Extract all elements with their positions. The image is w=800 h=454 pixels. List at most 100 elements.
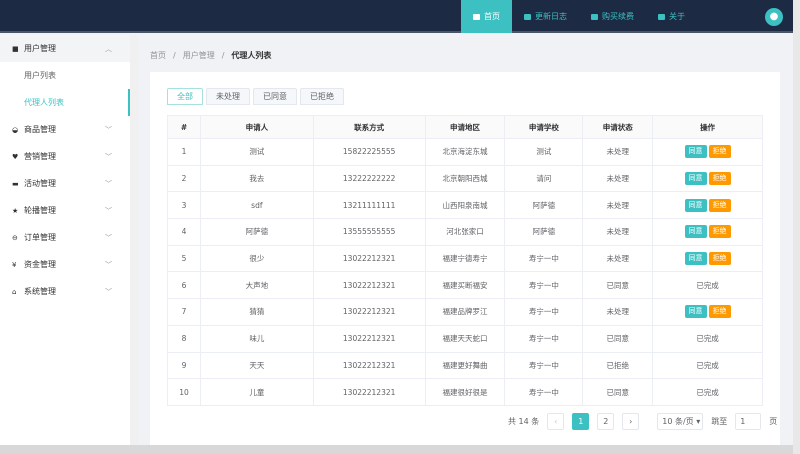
table-cell: 天天	[199, 351, 314, 380]
tab-2[interactable]: 已同意	[253, 88, 297, 105]
agree-button[interactable]: 同意	[684, 198, 707, 212]
table-cell: 同意 拒绝	[652, 298, 763, 326]
user-avatar[interactable]: ●	[765, 8, 783, 26]
table-cell: 已完成	[652, 378, 763, 406]
sidebar-scrollbar[interactable]	[130, 35, 138, 445]
sidebar-item-user-list[interactable]: 用户列表	[0, 62, 130, 89]
reject-button[interactable]: 拒绝	[708, 252, 731, 266]
jump-page-input[interactable]: 1	[735, 413, 762, 430]
table-cell: 13222222222	[312, 164, 426, 193]
prev-page-button[interactable]: ‹	[547, 413, 565, 430]
table-cell: 已拒绝	[582, 351, 654, 380]
table-row: 4 阿萨德 13555555555 河北张家口 阿萨德 未处理 同意 拒绝	[167, 218, 763, 246]
tab-0[interactable]: 全部	[167, 88, 203, 105]
sidebar-group-user-management[interactable]: ■ 用户管理 ︿	[0, 35, 130, 62]
table-cell: 同意 拒绝	[652, 191, 763, 220]
vertical-scrollbar[interactable]	[793, 0, 800, 454]
page-2-button[interactable]: 2	[597, 413, 615, 430]
table-cell: 北京朝阳西城	[424, 164, 506, 193]
table-cell: 7	[167, 298, 201, 326]
table-cell: 1	[167, 138, 201, 166]
table-row: 2 我去 13222222222 北京朝阳西城 请问 未处理 同意 拒绝	[167, 164, 763, 193]
table-cell: 大声地	[199, 271, 314, 300]
table-row: 5 很少 13022212321 福建宁德寿宁 寿宁一中 未处理 同意 拒绝	[167, 244, 763, 273]
table-cell: 10	[167, 378, 201, 406]
breadcrumb-user-management[interactable]: 用户管理	[183, 51, 215, 60]
column-header: 申请人	[199, 115, 314, 139]
table-row: 9 天天 13022212321 福建更好舞曲 寿宁一中 已拒绝 已完成	[167, 351, 763, 380]
dot-icon	[524, 13, 531, 20]
tab-3[interactable]: 已拒绝	[300, 88, 344, 105]
total-count: 共 14 条	[508, 417, 540, 426]
agree-button[interactable]: 同意	[684, 252, 707, 266]
table-cell: 请问	[504, 164, 584, 193]
table-cell: 猜猜	[199, 298, 314, 326]
table-cell: 13022212321	[312, 244, 426, 273]
table-cell: 未处理	[582, 244, 654, 273]
chevron-down-icon: ﹀	[105, 152, 112, 161]
table-cell: 寿宁一中	[504, 298, 584, 326]
table-cell: 寿宁一中	[504, 378, 584, 406]
reject-button[interactable]: 拒绝	[708, 198, 731, 212]
sidebar-group-5[interactable]: ¥ 资金管理 ﹀	[0, 251, 130, 278]
menu-icon: ◒	[12, 125, 19, 134]
chevron-up-icon: ︿	[105, 44, 112, 53]
breadcrumb-home[interactable]: 首页	[150, 51, 166, 60]
agree-button[interactable]: 同意	[684, 225, 707, 239]
column-header: 申请状态	[582, 115, 654, 139]
sidebar-group-0[interactable]: ◒ 商品管理 ﹀	[0, 116, 130, 143]
sidebar-group-3[interactable]: ★ 轮播管理 ﹀	[0, 197, 130, 224]
menu-icon: ¥	[12, 260, 17, 269]
table-cell: 9	[167, 351, 201, 380]
table-cell: 阿萨德	[504, 191, 584, 220]
page-suffix: 页	[769, 417, 778, 426]
sidebar-group-1[interactable]: ♥ 营销管理 ﹀	[0, 143, 130, 170]
sidebar-group-4[interactable]: ⊖ 订单管理 ﹀	[0, 224, 130, 251]
breadcrumb-current: 代理人列表	[231, 51, 272, 60]
table-cell: 13022212321	[312, 351, 426, 380]
table-cell: 河北张家口	[424, 218, 506, 246]
topnav-item-1[interactable]: 更新日志	[512, 0, 579, 33]
menu-icon: ♥	[12, 152, 19, 161]
monitor-icon	[473, 13, 480, 20]
table-cell: 测试	[199, 138, 314, 166]
table-cell: 寿宁一中	[504, 351, 584, 380]
table-cell: 已完成	[652, 271, 763, 300]
reject-button[interactable]: 拒绝	[708, 172, 731, 186]
table-row: 8 味儿 13022212321 福建天天蛇口 寿宁一中 已同意 已完成	[167, 324, 763, 353]
page-size-select[interactable]: 10 条/页 ▾	[657, 413, 704, 430]
horizontal-scrollbar[interactable]	[0, 445, 793, 454]
table-cell: 山西阳泉南城	[424, 191, 506, 220]
table-cell: 同意 拒绝	[652, 138, 763, 166]
reject-button[interactable]: 拒绝	[708, 305, 731, 319]
table-row: 7 猜猜 13022212321 福建品牌罗江 寿宁一中 未处理 同意 拒绝	[167, 298, 763, 326]
agree-button[interactable]: 同意	[684, 305, 707, 319]
next-page-button[interactable]: ›	[622, 413, 640, 430]
table-row: 6 大声地 13022212321 福建买断福安 寿宁一中 已同意 已完成	[167, 271, 763, 300]
sidebar-group-6[interactable]: ⌂ 系统管理 ﹀	[0, 278, 130, 305]
reject-button[interactable]: 拒绝	[708, 145, 731, 159]
table-cell: 13022212321	[312, 271, 426, 300]
table-cell: 8	[167, 324, 201, 353]
table-cell: 同意 拒绝	[652, 164, 763, 193]
table-cell: 13022212321	[312, 378, 426, 406]
topnav-item-3[interactable]: 关于	[646, 0, 697, 33]
table-cell: 13211111111	[312, 191, 426, 220]
tab-1[interactable]: 未处理	[206, 88, 250, 105]
status-tabs: 全部 未处理 已同意 已拒绝	[167, 88, 344, 105]
table-cell: 福建品牌罗江	[424, 298, 506, 326]
table-cell: 福建宁德寿宁	[424, 244, 506, 273]
agree-button[interactable]: 同意	[684, 145, 707, 159]
topnav-item-0[interactable]: 首页	[461, 0, 512, 33]
top-bar: 首页 更新日志 购买续费 关于 ●	[0, 0, 793, 33]
table-cell: 福建买断福安	[424, 271, 506, 300]
agree-button[interactable]: 同意	[684, 172, 707, 186]
table-cell: 4	[167, 218, 201, 246]
sidebar-item-agent-list[interactable]: 代理人列表	[0, 89, 130, 116]
chevron-down-icon: ﹀	[105, 287, 112, 296]
sidebar-group-2[interactable]: ▬ 活动管理 ﹀	[0, 170, 130, 197]
table-cell: 未处理	[582, 164, 654, 193]
topnav-item-2[interactable]: 购买续费	[579, 0, 646, 33]
reject-button[interactable]: 拒绝	[708, 225, 731, 239]
page-1-button[interactable]: 1	[572, 413, 590, 430]
